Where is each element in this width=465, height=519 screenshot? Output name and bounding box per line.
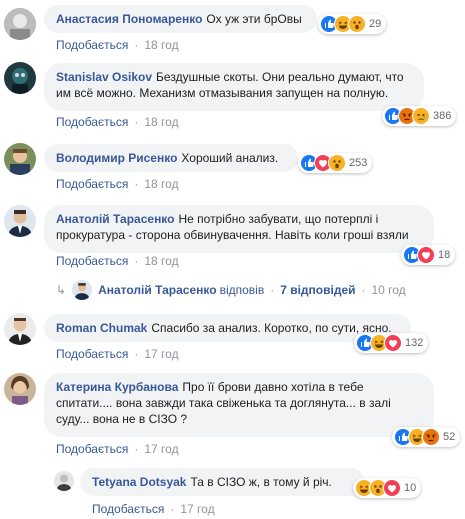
comment: Анатолій Тарасенко Не потрібно забувати, … <box>0 197 465 270</box>
comment-text: Ох уж эти брОвы <box>206 12 302 26</box>
comment-bubble: Анастасия Пономаренко Ох уж эти брОвы <box>44 5 317 33</box>
comment-bubble: Stanislav Osikov Бездушные скоты. Они реа… <box>44 63 424 111</box>
reply-author[interactable]: Анатолій Тарасенко <box>98 283 217 297</box>
comment: Stanislav Osikov Бездушные скоты. Они реа… <box>0 55 465 135</box>
avatar[interactable] <box>4 205 36 237</box>
like-link[interactable]: Подобається <box>56 177 128 191</box>
reactions-count: 18 <box>438 249 451 261</box>
avatar[interactable] <box>4 313 36 345</box>
reactions-summary[interactable]: 52 <box>392 427 461 447</box>
comment: Володимир Рисенко Хороший анализ. 253 Под… <box>0 135 465 197</box>
comment-author[interactable]: Анатолій Тарасенко <box>56 212 175 226</box>
avatar <box>72 280 93 300</box>
comment-bubble: Катерина Курбанова Про її брови давно хот… <box>44 373 434 437</box>
comment-time[interactable]: 17 год <box>144 347 178 361</box>
love-icon <box>417 246 435 264</box>
reactions-count: 386 <box>433 110 452 122</box>
comment-meta: Подобається · 17 год <box>56 347 179 361</box>
comment-author[interactable]: Катерина Курбанова <box>56 380 178 394</box>
reply-comment: Tetyana Dotsyak Та в СІЗО ж, в тому й річ… <box>0 457 465 519</box>
comment-time[interactable]: 18 год <box>144 38 178 52</box>
replies-summary[interactable]: ↳ Анатолій Тарасенко відповів · 7 відпов… <box>56 280 406 300</box>
reactions-summary[interactable]: 10 <box>353 478 422 498</box>
reactions-count: 29 <box>369 18 382 30</box>
reactions-count: 10 <box>404 482 417 494</box>
love-icon <box>384 334 402 352</box>
avatar[interactable] <box>4 373 36 405</box>
avatar[interactable] <box>54 471 74 491</box>
comment-time[interactable]: 17 год <box>180 502 214 516</box>
comment-author[interactable]: Володимир Рисенко <box>56 151 177 165</box>
love-icon <box>383 479 401 497</box>
reactions-summary[interactable]: 18 <box>401 245 456 265</box>
like-link[interactable]: Подобається <box>56 254 128 268</box>
comment-text: Хороший анализ. <box>181 151 279 165</box>
wow-icon <box>348 15 366 33</box>
reactions-summary[interactable]: 253 <box>298 153 373 173</box>
comment: Анастасия Пономаренко Ох уж эти брОвы 29 … <box>0 0 465 55</box>
comment-time[interactable]: 18 год <box>144 115 178 129</box>
like-link[interactable]: Подобається <box>56 115 128 129</box>
reactions-count: 52 <box>443 431 456 443</box>
comment-meta: Подобається · 18 год <box>56 38 179 52</box>
like-link[interactable]: Подобається <box>56 38 128 52</box>
comment-meta: Подобається · 17 год <box>56 442 179 456</box>
comment-bubble: Володимир Рисенко Хороший анализ. <box>44 144 298 172</box>
comment-time[interactable]: 17 год <box>144 442 178 456</box>
comment-bubble: Tetyana Dotsyak Та в СІЗО ж, в тому й річ… <box>80 468 365 496</box>
comment-meta: Подобається · 18 год <box>56 115 179 129</box>
comment-author[interactable]: Анастасия Пономаренко <box>56 12 202 26</box>
comment-text: Спасибо за анализ. Коротко, по сути, ясн… <box>151 321 392 335</box>
reactions-count: 253 <box>349 157 368 169</box>
comment: Катерина Курбанова Про її брови давно хот… <box>0 367 465 457</box>
replies-count-link[interactable]: 7 відповідей <box>280 283 355 297</box>
like-link[interactable]: Подобається <box>92 502 164 516</box>
sad-icon <box>412 107 430 125</box>
comment-author[interactable]: Roman Chumak <box>56 321 147 335</box>
comment-author[interactable]: Tetyana Dotsyak <box>92 475 186 489</box>
replied-label[interactable]: відповів <box>220 283 265 297</box>
comment-meta: Подобається · 18 год <box>56 177 179 191</box>
comment-author[interactable]: Stanislav Osikov <box>56 70 152 84</box>
comment-text: Та в СІЗО ж, в тому й річ. <box>190 475 332 489</box>
angry-icon <box>422 428 440 446</box>
wow-icon <box>328 154 346 172</box>
comment-time[interactable]: 18 год <box>144 177 178 191</box>
reactions-count: 132 <box>405 337 424 349</box>
reactions-summary[interactable]: 29 <box>318 14 387 34</box>
avatar[interactable] <box>4 62 36 94</box>
reply-arrow-icon: ↳ <box>56 283 67 297</box>
reactions-summary[interactable]: 132 <box>354 333 429 353</box>
avatar[interactable] <box>4 143 36 175</box>
comment-bubble: Анатолій Тарасенко Не потрібно забувати, … <box>44 205 434 253</box>
like-link[interactable]: Подобається <box>56 347 128 361</box>
comment-meta: Подобається · 17 год <box>92 502 215 516</box>
reactions-summary[interactable]: 386 <box>382 106 457 126</box>
like-link[interactable]: Подобається <box>56 442 128 456</box>
replies-time[interactable]: 10 год <box>372 283 406 297</box>
comment-meta: Подобається · 18 год <box>56 254 179 268</box>
avatar[interactable] <box>4 8 36 40</box>
comment-time[interactable]: 18 год <box>144 254 178 268</box>
comment: Roman Chumak Спасибо за анализ. Коротко, … <box>0 305 465 367</box>
